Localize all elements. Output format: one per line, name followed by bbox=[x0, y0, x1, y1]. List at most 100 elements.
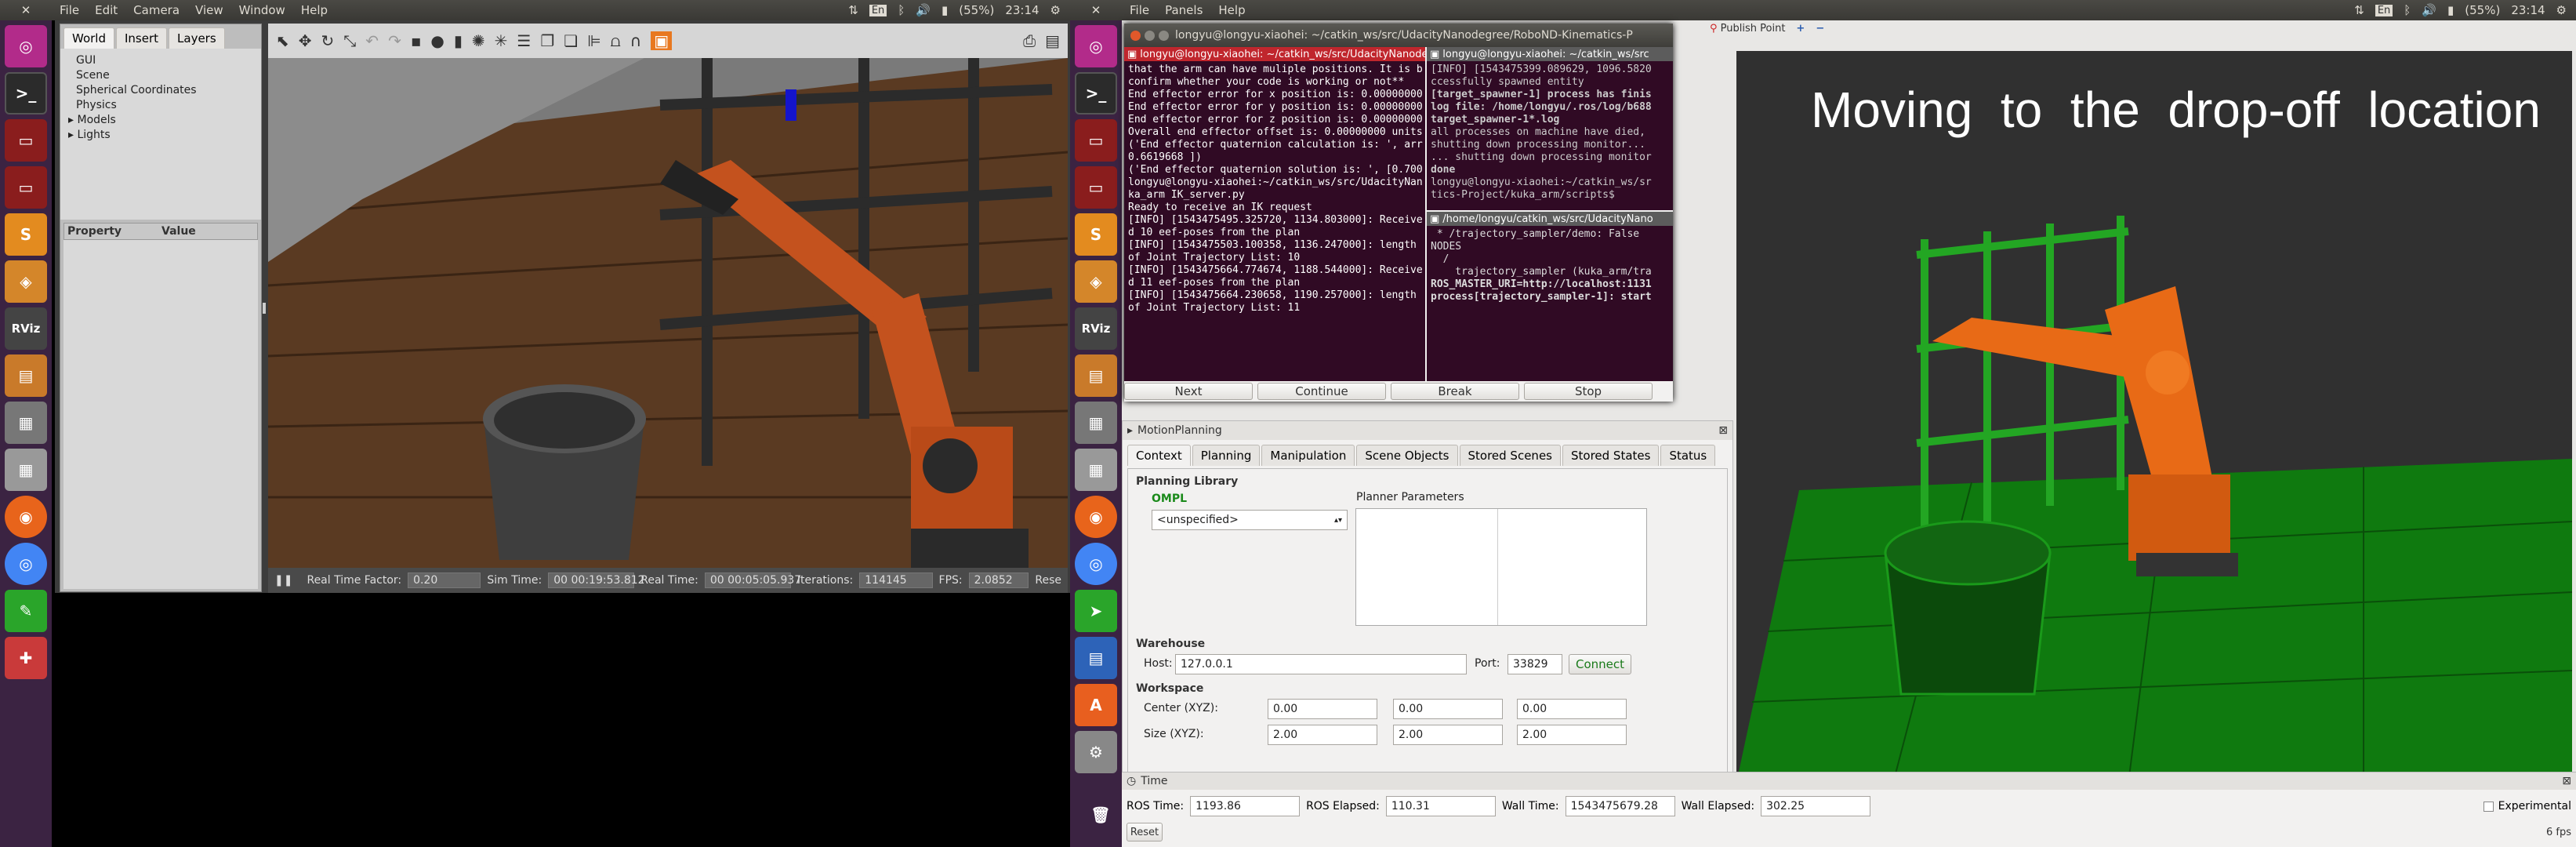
tab-stored-states[interactable]: Stored States bbox=[1562, 445, 1660, 466]
terminal-red-icon-2[interactable]: ▭ bbox=[5, 166, 47, 209]
reset-time-button[interactable]: Rese bbox=[1035, 574, 1061, 587]
chrome-icon[interactable]: ◎ bbox=[5, 543, 47, 585]
menu-file[interactable]: File bbox=[1122, 3, 1157, 17]
gazebo-icon[interactable]: ◈ bbox=[5, 260, 47, 303]
files-icon[interactable]: ▤ bbox=[5, 354, 47, 397]
next-button[interactable]: Next bbox=[1124, 383, 1253, 400]
settings-panel-icon[interactable]: ▦ bbox=[1075, 402, 1117, 444]
terminal-red-icon[interactable]: ▭ bbox=[1075, 119, 1117, 162]
menu-window[interactable]: Window bbox=[231, 3, 293, 17]
ubuntu-dash-icon[interactable]: ◎ bbox=[5, 25, 47, 67]
host-input[interactable]: 127.0.0.1 bbox=[1175, 654, 1467, 674]
size-y-input[interactable]: 2.00 bbox=[1393, 725, 1503, 745]
sphere-icon[interactable]: ● bbox=[430, 31, 444, 50]
terminal-red-icon-2[interactable]: ▭ bbox=[1075, 166, 1117, 209]
expand-arrow-icon[interactable]: ▸ bbox=[68, 114, 77, 126]
clock[interactable]: 23:14 bbox=[1005, 3, 1039, 17]
sublime-icon[interactable]: S bbox=[1075, 213, 1117, 256]
tab-context[interactable]: Context bbox=[1127, 445, 1191, 466]
tools-icon[interactable]: ⚙ bbox=[1075, 731, 1117, 773]
publish-point-tool[interactable]: ⚲ Publish Point bbox=[1710, 23, 1785, 35]
tab-status[interactable]: Status bbox=[1660, 445, 1716, 466]
screenshot-icon[interactable]: ⎙ bbox=[1023, 31, 1036, 50]
spotlight-icon[interactable]: ✳ bbox=[495, 31, 508, 50]
rviz-icon[interactable]: RViz bbox=[5, 307, 47, 350]
stop-button[interactable]: Stop bbox=[1524, 383, 1653, 400]
add-tool-button[interactable]: + bbox=[1796, 23, 1805, 35]
menu-help[interactable]: Help bbox=[293, 3, 336, 17]
copy-icon[interactable]: ❐ bbox=[540, 31, 554, 50]
change-view-icon[interactable]: ▣ bbox=[651, 31, 673, 50]
gear-icon[interactable]: ⚙ bbox=[2556, 3, 2567, 17]
expand-arrow-icon[interactable]: ▸ bbox=[68, 129, 77, 141]
redo-icon[interactable]: ↷ bbox=[388, 31, 401, 50]
center-x-input[interactable]: 0.00 bbox=[1268, 699, 1377, 719]
terminal-icon[interactable]: >_ bbox=[5, 72, 47, 115]
tree-item-gui[interactable]: GUI bbox=[76, 53, 245, 68]
software-center-icon[interactable]: A bbox=[1075, 684, 1117, 726]
continue-button[interactable]: Continue bbox=[1257, 383, 1386, 400]
terminal-pane-top-right[interactable]: ▣ longyu@longyu-xiaohei: ~/catkin_ws/src … bbox=[1427, 47, 1673, 210]
gear-icon[interactable]: ⚙ bbox=[1050, 3, 1061, 17]
remove-tool-button[interactable]: − bbox=[1816, 23, 1824, 35]
center-y-input[interactable]: 0.00 bbox=[1393, 699, 1503, 719]
trash-icon[interactable]: 🗑 bbox=[1079, 794, 1122, 836]
terminal-output-left[interactable]: that the arm can have muliple positions.… bbox=[1124, 61, 1425, 381]
planner-params-table[interactable] bbox=[1355, 508, 1647, 626]
gazebo-viewport[interactable] bbox=[268, 58, 1068, 568]
battery-icon[interactable]: ▮ bbox=[2447, 3, 2454, 17]
tab-manipulation[interactable]: Manipulation bbox=[1261, 445, 1355, 466]
center-z-input[interactable]: 0.00 bbox=[1517, 699, 1627, 719]
tree-item-physics[interactable]: Physics bbox=[76, 98, 245, 113]
experimental-checkbox[interactable] bbox=[2483, 801, 2494, 812]
clock[interactable]: 23:14 bbox=[2511, 3, 2545, 17]
volume-icon[interactable]: 🔊 bbox=[2422, 3, 2436, 17]
calculator-icon[interactable]: ▦ bbox=[1075, 449, 1117, 491]
tree-item-models[interactable]: ▸ Models bbox=[68, 113, 245, 128]
bluetooth-icon[interactable]: ᛒ bbox=[898, 3, 905, 17]
terminal-icon[interactable]: >_ bbox=[1075, 72, 1117, 115]
port-input[interactable]: 33829 bbox=[1508, 654, 1562, 674]
calculator-icon[interactable]: ▦ bbox=[5, 449, 47, 491]
translate-icon[interactable]: ✥ bbox=[299, 31, 312, 50]
settings-panel-icon[interactable]: ▦ bbox=[5, 402, 47, 444]
send-icon[interactable]: ➤ bbox=[1075, 590, 1117, 632]
connect-button[interactable]: Connect bbox=[1569, 654, 1631, 674]
menu-file[interactable]: File bbox=[52, 3, 87, 17]
tab-scene-objects[interactable]: Scene Objects bbox=[1356, 445, 1458, 466]
log-icon[interactable]: ▤ bbox=[1045, 31, 1060, 50]
battery-icon[interactable]: ▮ bbox=[942, 3, 948, 17]
planner-select[interactable]: <unspecified> ▴▾ bbox=[1152, 510, 1348, 530]
panel-close-icon[interactable]: ⊠ bbox=[1718, 424, 1728, 437]
close-window-icon[interactable] bbox=[1130, 30, 1141, 41]
size-x-input[interactable]: 2.00 bbox=[1268, 725, 1377, 745]
tab-stored-scenes[interactable]: Stored Scenes bbox=[1459, 445, 1561, 466]
files-icon[interactable]: ▤ bbox=[1075, 354, 1117, 397]
document-icon[interactable]: ▤ bbox=[1075, 637, 1117, 679]
bluetooth-icon[interactable]: ᛒ bbox=[2404, 3, 2411, 17]
light-icon[interactable]: ✺ bbox=[472, 31, 485, 50]
ubuntu-dash-icon[interactable]: ◎ bbox=[1075, 25, 1117, 67]
firefox-icon[interactable]: ◉ bbox=[5, 496, 47, 538]
rviz-icon[interactable]: RViz bbox=[1075, 307, 1117, 350]
close-icon[interactable]: ✕ bbox=[1070, 3, 1122, 17]
menu-edit[interactable]: Edit bbox=[87, 3, 125, 17]
scale-icon[interactable]: ⤡ bbox=[343, 31, 356, 50]
close-icon[interactable]: ✕ bbox=[0, 3, 52, 17]
splitter-handle[interactable] bbox=[263, 303, 266, 314]
experimental-toggle[interactable]: Experimental bbox=[2483, 800, 2571, 812]
cylinder-icon[interactable]: ▮ bbox=[454, 31, 463, 50]
menu-view[interactable]: View bbox=[187, 3, 231, 17]
rotate-icon[interactable]: ↻ bbox=[321, 31, 335, 50]
size-z-input[interactable]: 2.00 bbox=[1517, 725, 1627, 745]
menu-camera[interactable]: Camera bbox=[125, 3, 187, 17]
break-button[interactable]: Break bbox=[1391, 383, 1519, 400]
tools-icon[interactable]: ✚ bbox=[5, 637, 47, 679]
panel-close-icon[interactable]: ⊠ bbox=[2562, 775, 2571, 787]
terminal-output-top-right[interactable]: [INFO] [1543475399.089629, 1096.5820 cces… bbox=[1427, 61, 1673, 210]
dirlight-icon[interactable]: ☰ bbox=[517, 31, 531, 50]
box-icon[interactable]: ▪ bbox=[411, 31, 422, 50]
keyboard-indicator[interactable]: En bbox=[869, 4, 887, 16]
snap-icon[interactable]: ⩍ bbox=[611, 31, 621, 50]
chrome-icon[interactable]: ◎ bbox=[1075, 543, 1117, 585]
